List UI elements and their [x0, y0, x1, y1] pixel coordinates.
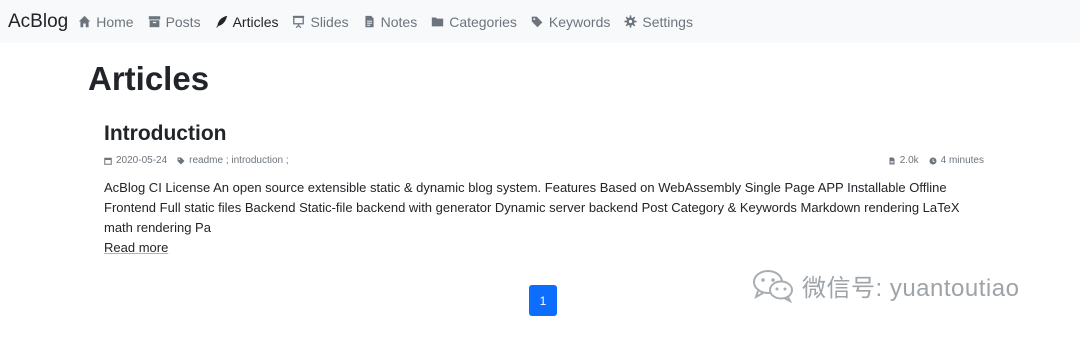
article-excerpt: AcBlog CI License An open source extensi… — [104, 180, 960, 235]
article-card: Introduction 2020-05-24 readme ; introdu… — [104, 122, 984, 257]
nav-item-slides[interactable]: Slides — [292, 13, 349, 30]
nav-item-label: Categories — [449, 13, 517, 30]
watermark-text: 微信号: yuantoutiao — [802, 275, 1020, 302]
document-icon — [363, 15, 376, 28]
nav-item-label: Home — [96, 13, 134, 30]
presentation-icon — [292, 15, 305, 28]
page-button-current[interactable]: 1 — [529, 285, 557, 316]
file-icon — [888, 157, 896, 165]
home-icon — [78, 15, 91, 28]
page-title: Articles — [88, 60, 210, 97]
nav-item-notes[interactable]: Notes — [363, 13, 418, 30]
calendar-icon — [104, 157, 112, 165]
read-more-link[interactable]: Read more — [104, 240, 168, 255]
tag-icon — [177, 157, 185, 165]
watermark: 微信号: yuantoutiao — [752, 268, 1019, 303]
clock-icon — [929, 157, 937, 165]
brand-link[interactable]: AcBlog — [8, 11, 68, 33]
nav-item-home[interactable]: Home — [78, 13, 134, 30]
nav-item-settings[interactable]: Settings — [624, 14, 693, 30]
article-title[interactable]: Introduction — [104, 122, 984, 146]
article-read-time: 4 minutes — [929, 155, 984, 166]
nav-item-categories[interactable]: Categories — [431, 14, 517, 30]
article-date: 2020-05-24 — [104, 155, 167, 166]
nav-item-label: Posts — [165, 13, 201, 30]
article-word-count-text: 2.0k — [899, 155, 919, 166]
nav-item-keywords[interactable]: Keywords — [531, 14, 610, 30]
gear-icon — [624, 15, 637, 28]
navbar: AcBlog Home Posts Articles Slides Notes … — [0, 0, 1080, 43]
nav-item-label: Slides — [310, 13, 349, 30]
nav-item-posts[interactable]: Posts — [148, 14, 201, 30]
article-keywords: readme ; introduction ; — [177, 155, 289, 166]
nav-item-label: Notes — [380, 13, 418, 30]
tags-icon — [531, 15, 544, 28]
feather-icon — [215, 15, 228, 28]
article-keywords-text[interactable]: readme ; introduction ; — [189, 155, 289, 166]
nav-item-label: Settings — [642, 13, 693, 30]
article-date-text: 2020-05-24 — [116, 155, 168, 166]
article-meta: 2020-05-24 readme ; introduction ; 2.0k — [104, 155, 984, 166]
folder-icon — [431, 15, 444, 28]
wechat-icon — [752, 269, 794, 303]
nav-menu: Home Posts Articles Slides Notes Categor… — [78, 14, 707, 30]
nav-item-label: Keywords — [548, 13, 611, 30]
nav-item-label: Articles — [232, 13, 279, 30]
article-word-count: 2.0k — [888, 155, 919, 166]
archive-icon — [148, 15, 161, 28]
pagination: 1 — [529, 285, 557, 316]
nav-item-articles[interactable]: Articles — [215, 13, 279, 30]
article-read-time-text: 4 minutes — [940, 155, 984, 166]
